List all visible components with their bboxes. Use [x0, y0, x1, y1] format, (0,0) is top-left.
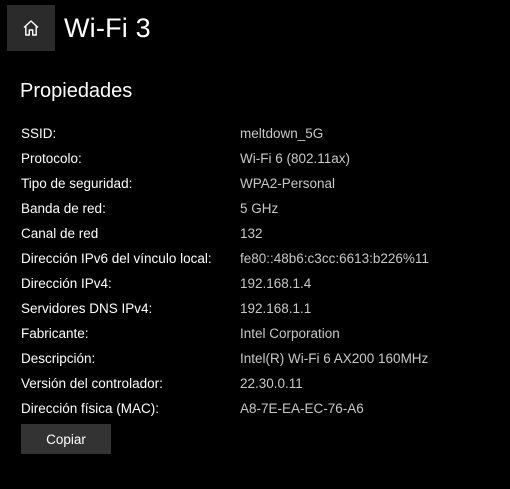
- property-row-ipv4-address: Dirección IPv4: 192.168.1.4: [21, 271, 501, 296]
- property-value: A8-7E-EA-EC-76-A6: [240, 401, 364, 416]
- property-row-driver-version: Versión del controlador: 22.30.0.11: [21, 371, 501, 396]
- home-button[interactable]: [7, 5, 55, 51]
- home-icon: [21, 18, 41, 38]
- property-label: Dirección IPv4:: [21, 276, 112, 291]
- property-label: Tipo de seguridad:: [21, 176, 133, 191]
- property-value: 192.168.1.1: [240, 301, 312, 316]
- window-title: Wi-Fi 3: [64, 13, 151, 43]
- properties-list: SSID: meltdown_5G Protocolo: Wi-Fi 6 (80…: [21, 121, 501, 421]
- property-value: Intel Corporation: [240, 326, 340, 341]
- property-value: 132: [240, 226, 263, 241]
- property-row-network-channel: Canal de red 132: [21, 221, 501, 246]
- section-title: Propiedades: [20, 80, 133, 102]
- property-row-ipv6-link-local: Dirección IPv6 del vínculo local: fe80::…: [21, 246, 501, 271]
- property-value: fe80::48b6:c3cc:6613:b226%11: [240, 251, 429, 266]
- property-row-manufacturer: Fabricante: Intel Corporation: [21, 321, 501, 346]
- property-value: 192.168.1.4: [240, 276, 312, 291]
- property-label: Descripción:: [21, 351, 96, 366]
- property-label: Dirección IPv6 del vínculo local:: [21, 251, 212, 266]
- property-row-security-type: Tipo de seguridad: WPA2-Personal: [21, 171, 501, 196]
- property-value: Wi-Fi 6 (802.11ax): [240, 151, 351, 166]
- property-label: Dirección física (MAC):: [21, 401, 160, 416]
- property-value: meltdown_5G: [240, 126, 324, 141]
- property-row-mac-address: Dirección física (MAC): A8-7E-EA-EC-76-A…: [21, 396, 501, 421]
- property-label: Fabricante:: [21, 326, 89, 341]
- copy-button[interactable]: Copiar: [21, 424, 111, 454]
- property-row-network-band: Banda de red: 5 GHz: [21, 196, 501, 221]
- property-row-ipv4-dns-servers: Servidores DNS IPv4: 192.168.1.1: [21, 296, 501, 321]
- property-value: Intel(R) Wi-Fi 6 AX200 160MHz: [240, 351, 429, 366]
- property-value: WPA2-Personal: [240, 176, 336, 191]
- property-label: Protocolo:: [21, 151, 82, 166]
- property-label: Banda de red:: [21, 201, 106, 216]
- property-row-description: Descripción: Intel(R) Wi-Fi 6 AX200 160M…: [21, 346, 501, 371]
- property-label: Versión del controlador:: [21, 376, 163, 391]
- property-label: Servidores DNS IPv4:: [21, 301, 153, 316]
- property-value: 5 GHz: [240, 201, 279, 216]
- property-row-protocol: Protocolo: Wi-Fi 6 (802.11ax): [21, 146, 501, 171]
- property-label: Canal de red: [21, 226, 99, 241]
- property-row-ssid: SSID: meltdown_5G: [21, 121, 501, 146]
- property-value: 22.30.0.11: [240, 376, 303, 391]
- property-label: SSID:: [21, 126, 57, 141]
